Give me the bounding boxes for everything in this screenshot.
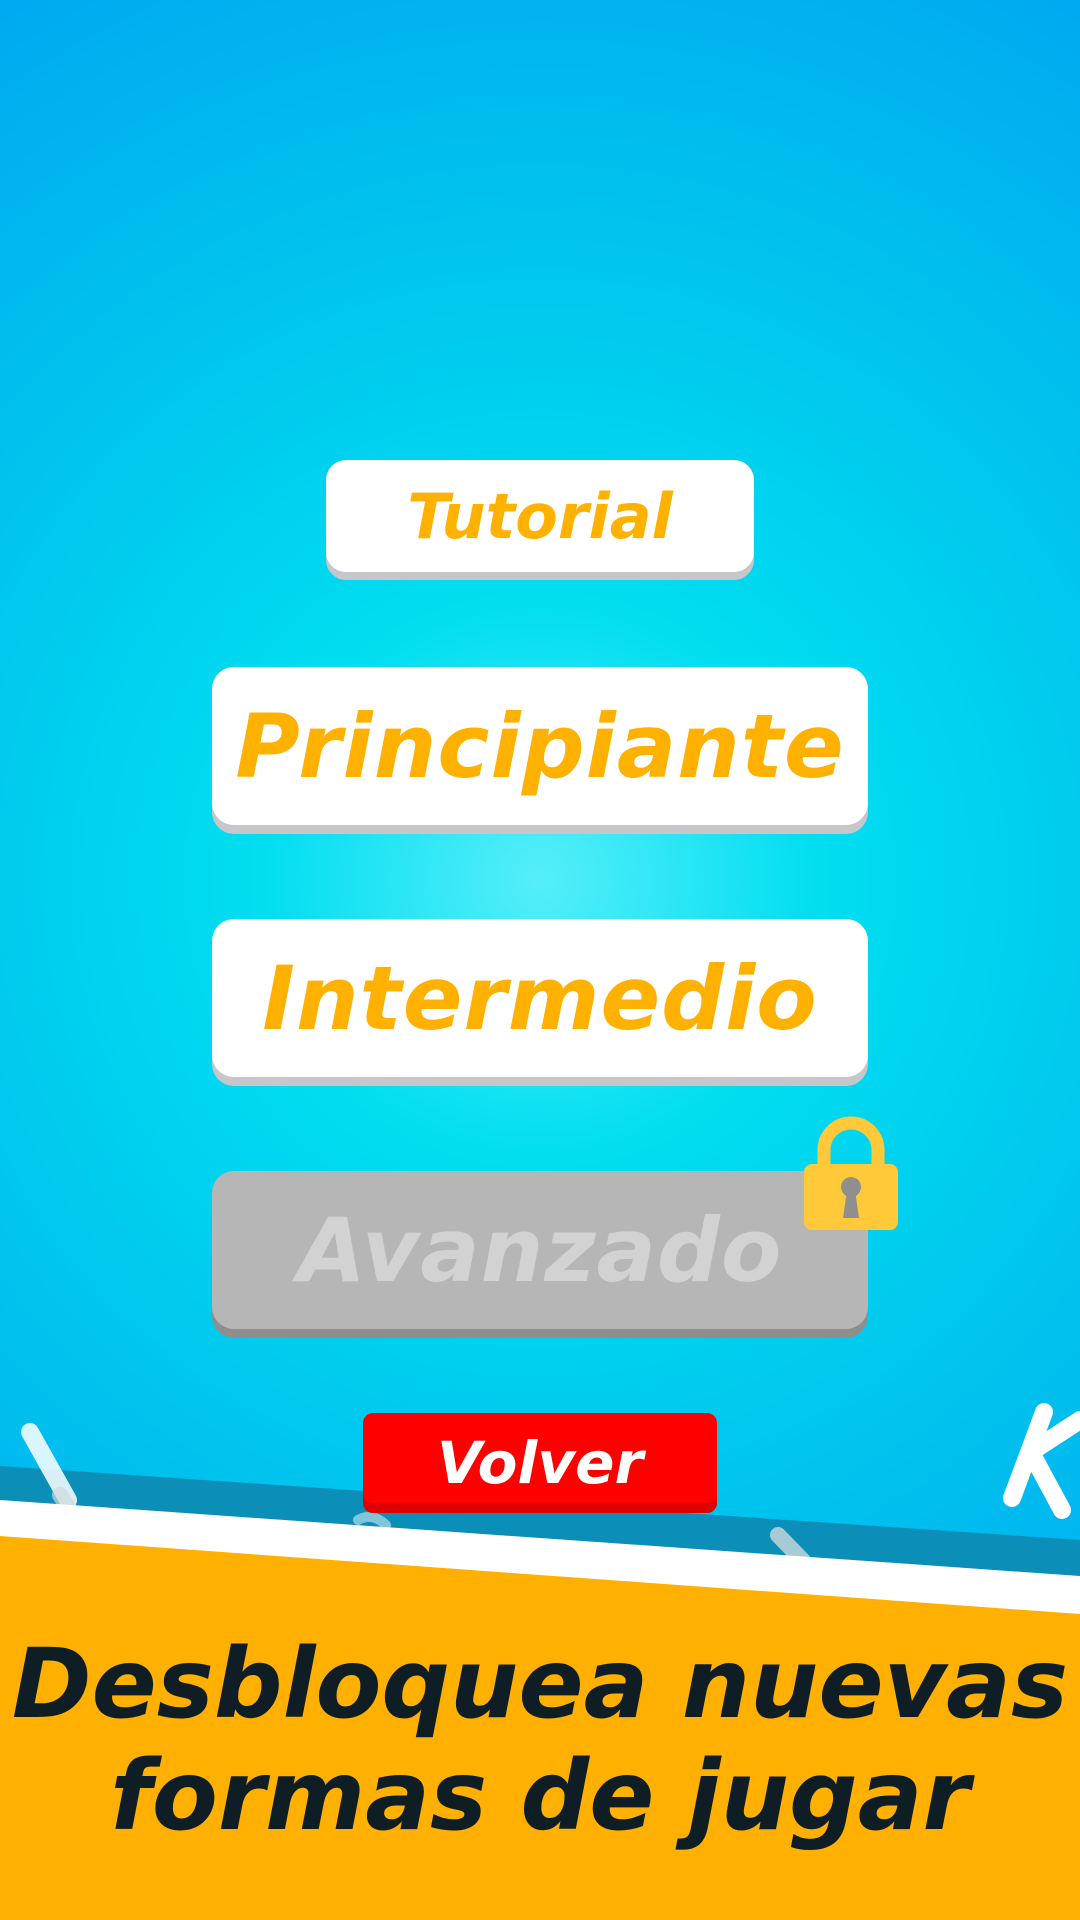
tutorial-button[interactable]: Tutorial (326, 460, 754, 572)
chalk-letter-right (1003, 1403, 1080, 1519)
tutorial-label: Tutorial (407, 479, 673, 553)
beginner-label: Principiante (235, 694, 845, 798)
chalk-stroke-mid-top (353, 1511, 391, 1530)
promo-line-1: Desbloquea nuevas (11, 1628, 1069, 1740)
beginner-button[interactable]: Principiante (212, 667, 868, 825)
chalk-stroke-mid (770, 1527, 820, 1578)
intermediate-button[interactable]: Intermedio (212, 919, 868, 1077)
promo-line-2: formas de jugar (110, 1740, 970, 1852)
chalk-stroke-left-shadow (52, 1487, 88, 1533)
game-menu-screen: Tutorial Principiante Intermedio Avanzad… (0, 0, 1080, 1920)
padlock-icon (804, 1116, 898, 1230)
advanced-button-locked[interactable]: Avanzado (212, 1171, 868, 1329)
advanced-label: Avanzado (297, 1198, 783, 1302)
back-button[interactable]: Volver (363, 1413, 717, 1513)
back-label: Volver (436, 1429, 644, 1497)
white-stripe (0, 1500, 1080, 1618)
promo-text: Desbloquea nuevas formas de jugar (0, 1628, 1080, 1852)
intermediate-label: Intermedio (262, 946, 818, 1050)
chalk-stroke-left (21, 1423, 77, 1509)
